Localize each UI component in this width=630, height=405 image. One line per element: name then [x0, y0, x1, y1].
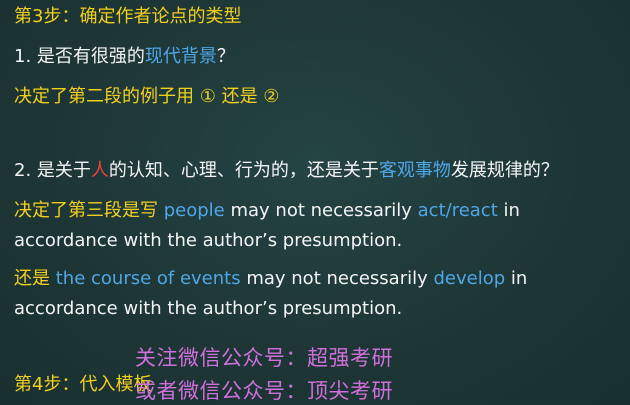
question-1-suffix: ？ [216, 46, 235, 67]
answer-3-highlight-events: the course of events [55, 268, 241, 289]
question-2-highlight-person: 人 [90, 160, 109, 181]
answer-2-highlight-act: act/react [417, 200, 498, 221]
answer-3-line-1: 还是 the course of events may not necessar… [14, 268, 527, 290]
answer-2-mid: may not necessarily [224, 200, 418, 221]
watermark-line-2: 或者微信公众号：顶尖考研 [135, 379, 393, 403]
question-2-part-2: 的认知、心理、行为的，还是关于 [108, 160, 379, 181]
answer-2-tail: in [497, 200, 520, 221]
question-1: 1. 是否有很强的现代背景？ [14, 46, 235, 68]
slide: 第3步：确定作者论点的类型 1. 是否有很强的现代背景？ 决定了第二段的例子用 … [0, 0, 630, 405]
answer-3-highlight-develop: develop [433, 268, 506, 289]
step4-heading: 第4步：代入模板 [14, 374, 152, 395]
question-1-highlight: 现代背景 [144, 46, 217, 67]
question-1-prefix: 1. 是否有很强的 [14, 46, 145, 67]
answer-3-line-2: accordance with the author’s presumption… [14, 298, 403, 319]
question-2-part-3: 发展规律的？ [450, 160, 559, 181]
question-2: 2. 是关于人的认知、心理、行为的，还是关于客观事物发展规律的？ [14, 160, 559, 182]
answer-3-lead: 还是 [14, 268, 56, 289]
question-2-part-1: 2. 是关于 [14, 160, 91, 181]
answer-3-tail: in [505, 268, 528, 289]
step3-heading: 第3步：确定作者论点的类型 [14, 6, 242, 27]
answer-1: 决定了第二段的例子用 ① 还是 ② [14, 86, 280, 107]
answer-2-highlight-people: people [163, 200, 225, 221]
answer-2-lead: 决定了第三段是写 [14, 200, 164, 221]
answer-3-mid: may not necessarily [240, 268, 434, 289]
watermark-line-1: 关注微信公众号：超强考研 [135, 346, 393, 370]
question-2-highlight-objective: 客观事物 [378, 160, 451, 181]
answer-2-line-1: 决定了第三段是写 people may not necessarily act/… [14, 200, 520, 222]
answer-2-line-2: accordance with the author’s presumption… [14, 230, 403, 251]
